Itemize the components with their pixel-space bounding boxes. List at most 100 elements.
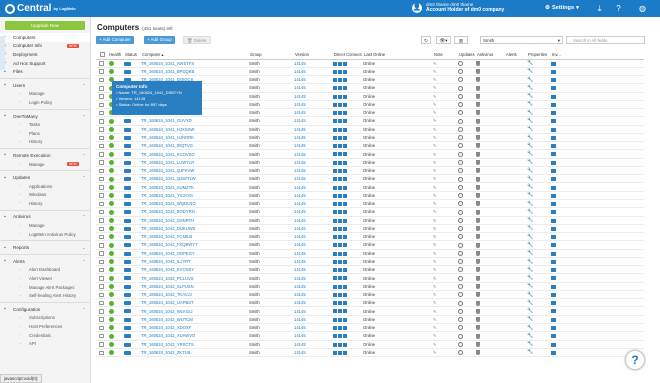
computer-name-link[interactable]: TR_160624_1041_BPDQKB [141, 67, 249, 77]
wrench-icon[interactable]: 🔧 [527, 316, 533, 322]
file-manager-icon[interactable] [338, 243, 342, 248]
file-manager-icon[interactable] [338, 251, 342, 256]
updates-icon[interactable] [458, 259, 463, 265]
sidebar-item-applications[interactable]: · Applications [0, 182, 90, 191]
home-icon[interactable] [343, 177, 347, 182]
remote-control-icon[interactable] [333, 177, 337, 182]
table-row[interactable]: TR_160624_1041_GUVYD Smith 14145 Online ✎ 🔧 [96, 116, 644, 126]
inventory-icon[interactable] [551, 69, 556, 74]
shield-icon[interactable] [476, 292, 480, 298]
group-select[interactable]: Smith ▾ [480, 36, 563, 44]
note-icon[interactable]: ✎ [433, 168, 437, 173]
table-row[interactable]: TR_160624_1042_UAPBST Smith 14145 Online ✎ 🔧 [96, 298, 644, 308]
home-icon[interactable] [343, 135, 347, 140]
home-icon[interactable] [343, 111, 347, 116]
home-icon[interactable] [343, 309, 347, 314]
file-manager-icon[interactable] [338, 350, 342, 355]
wrench-icon[interactable]: 🔧 [527, 283, 533, 289]
row-checkbox[interactable] [99, 185, 104, 190]
table-row[interactable]: TR_160624_1042_XDOXF Smith 14145 Online ✎ 🔧 [96, 323, 644, 333]
computer-name-link[interactable]: TR_160624_1041_KCOVSO [141, 149, 249, 159]
wrench-icon[interactable]: 🔧 [527, 118, 533, 124]
file-manager-icon[interactable] [338, 301, 342, 306]
remote-control-icon[interactable] [333, 193, 337, 198]
shield-icon[interactable] [476, 209, 480, 215]
wrench-icon[interactable]: 🔧 [527, 234, 533, 240]
shield-icon[interactable] [476, 226, 480, 232]
home-icon[interactable] [343, 78, 347, 83]
wrench-icon[interactable]: 🔧 [527, 85, 533, 91]
shield-icon[interactable] [476, 300, 480, 306]
home-icon[interactable] [343, 86, 347, 91]
computer-name-link[interactable]: TR_160624_1042_UAPBST [141, 298, 249, 308]
row-checkbox[interactable] [99, 119, 104, 124]
note-icon[interactable]: ✎ [433, 127, 437, 132]
row-checkbox[interactable] [99, 127, 104, 132]
shield-icon[interactable] [476, 193, 480, 199]
table-row[interactable]: TR_160624_1041_AWSTFS Smith 14145 Online ✎ 🔧 [96, 59, 644, 68]
updates-icon[interactable] [458, 110, 463, 116]
remote-control-icon[interactable] [333, 243, 337, 248]
updates-icon[interactable] [458, 160, 463, 166]
row-checkbox[interactable] [99, 69, 104, 74]
row-checkbox[interactable] [99, 284, 104, 289]
sidebar-item-plans[interactable]: · Plans [0, 129, 90, 138]
note-icon[interactable]: ✎ [433, 102, 437, 107]
note-icon[interactable]: ✎ [433, 143, 437, 148]
table-row[interactable]: TR_160624_1042_ZKTUIL Smith 14145 Online ✎ 🔧 [96, 348, 644, 358]
wrench-icon[interactable]: 🔧 [527, 201, 533, 207]
file-manager-icon[interactable] [338, 160, 342, 165]
inventory-icon[interactable] [551, 259, 556, 264]
wrench-icon[interactable]: 🔧 [527, 349, 533, 355]
file-manager-icon[interactable] [338, 276, 342, 281]
updates-icon[interactable] [458, 275, 463, 281]
chevron-icon[interactable]: ⌃ [82, 307, 85, 312]
file-manager-icon[interactable] [338, 168, 342, 173]
computer-name-link[interactable]: TR_160624_1042_XUAWVO [141, 331, 249, 341]
note-icon[interactable]: ✎ [433, 152, 437, 157]
inventory-icon[interactable] [551, 226, 556, 231]
wrench-icon[interactable]: 🔧 [527, 275, 533, 281]
updates-icon[interactable] [458, 300, 463, 306]
computer-name-link[interactable]: TR_160624_1041_LUWYLR [141, 158, 249, 167]
sidebar-item-manage[interactable]: · Manage [0, 90, 90, 99]
remote-control-icon[interactable] [333, 218, 337, 223]
file-manager-icon[interactable] [338, 185, 342, 190]
shield-icon[interactable] [476, 325, 480, 331]
note-icon[interactable]: ✎ [433, 135, 437, 140]
sidebar-item-ad-hoc-support[interactable]: ▪Ad Hoc Support [0, 59, 90, 68]
wrench-icon[interactable]: 🔧 [527, 209, 533, 215]
shield-icon[interactable] [476, 85, 480, 91]
table-row[interactable]: TR_160624_1041_YVJAXS Smith 14145 Online ✎ 🔧 [96, 191, 644, 201]
updates-icon[interactable] [458, 267, 463, 273]
computer-name-link[interactable]: TR_160624_1042_DUKUWS [141, 224, 249, 234]
inventory-icon[interactable] [551, 86, 556, 91]
remote-control-icon[interactable] [333, 292, 337, 297]
wrench-icon[interactable]: 🔧 [527, 184, 533, 190]
table-row[interactable]: TR_160624_1042_TKAVJJ Smith 14145 Online ✎ 🔧 [96, 290, 644, 300]
remote-control-icon[interactable] [333, 127, 337, 132]
shield-icon[interactable] [476, 77, 480, 83]
wrench-icon[interactable]: 🔧 [527, 308, 533, 314]
shield-icon[interactable] [476, 350, 480, 356]
updates-icon[interactable] [458, 201, 463, 207]
inventory-icon[interactable] [551, 177, 556, 182]
sidebar-item-computers[interactable]: ▪Computers [0, 33, 90, 42]
delete-button[interactable]: 🗑 Delete [183, 36, 211, 44]
home-icon[interactable] [343, 259, 347, 264]
shield-icon[interactable] [476, 69, 480, 75]
add-group-button[interactable]: + Add Group [144, 36, 175, 44]
row-checkbox[interactable] [99, 350, 104, 355]
chevron-icon[interactable]: ⌃ [82, 83, 85, 88]
home-icon[interactable] [343, 350, 347, 355]
inventory-icon[interactable] [551, 301, 556, 306]
row-checkbox[interactable] [99, 168, 104, 174]
table-row[interactable]: TR_160624_1041_HJNORK Smith 14145 Online ✎ 🔧 [96, 133, 644, 143]
table-row[interactable]: TR_160624_1042_DUKUWS Smith 14145 Online ✎ 🔧 [96, 224, 644, 234]
note-icon[interactable]: ✎ [433, 77, 437, 82]
sidebar-item-subscriptions[interactable]: · Subscriptions [0, 314, 90, 323]
updates-icon[interactable] [458, 93, 463, 99]
wrench-icon[interactable]: 🔧 [527, 300, 533, 306]
row-checkbox[interactable] [99, 160, 104, 165]
inventory-icon[interactable] [551, 61, 556, 66]
